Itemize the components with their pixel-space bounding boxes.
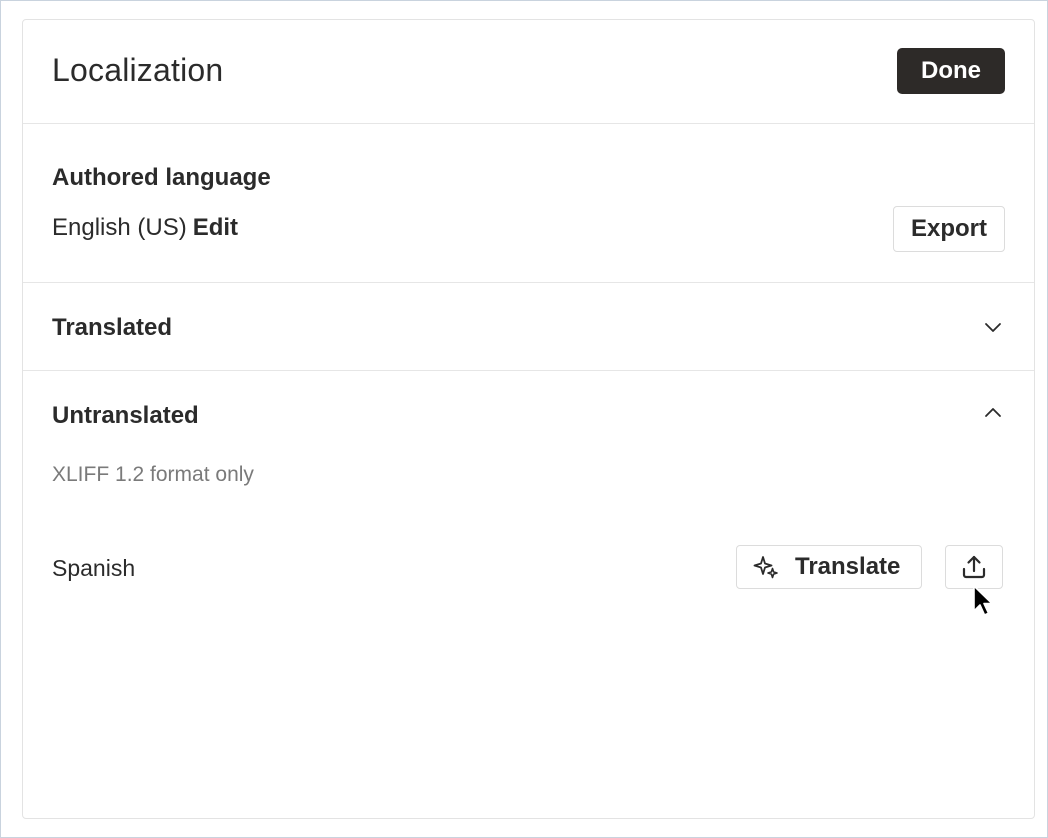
upload-icon (962, 555, 986, 579)
sparkle-icon (753, 556, 778, 579)
language-row: Spanish Translate (23, 545, 1034, 595)
panel-header: Localization Done (23, 20, 1034, 124)
untranslated-section: Untranslated XLIFF 1.2 format only Spani… (23, 371, 1034, 817)
chevron-up-icon (985, 408, 1001, 417)
done-button[interactable]: Done (897, 48, 1005, 94)
language-name: Spanish (52, 555, 136, 581)
authored-language-line: English (US) Edit (52, 214, 238, 242)
upload-button[interactable] (945, 545, 1003, 589)
export-button[interactable]: Export (893, 206, 1005, 252)
translate-button[interactable]: Translate (736, 545, 922, 589)
translated-heading: Translated (52, 314, 173, 341)
translated-section-toggle[interactable]: Translated (23, 283, 1034, 371)
format-note: XLIFF 1.2 format only (52, 463, 254, 486)
page-title: Localization (52, 52, 224, 88)
authored-language-value: English (US) (52, 214, 187, 241)
edit-language-link[interactable]: Edit (193, 214, 238, 241)
authored-language-heading: Authored language (52, 164, 271, 191)
untranslated-section-toggle[interactable]: Untranslated (23, 371, 1034, 451)
authored-language-section: Authored language English (US) Edit Expor… (23, 124, 1034, 283)
chevron-down-icon (985, 323, 1001, 332)
localization-panel: Localization Done Authored language Engl… (22, 19, 1035, 819)
window-frame: Localization Done Authored language Engl… (0, 0, 1048, 838)
untranslated-heading: Untranslated (52, 402, 199, 429)
translate-button-label: Translate (795, 553, 901, 580)
